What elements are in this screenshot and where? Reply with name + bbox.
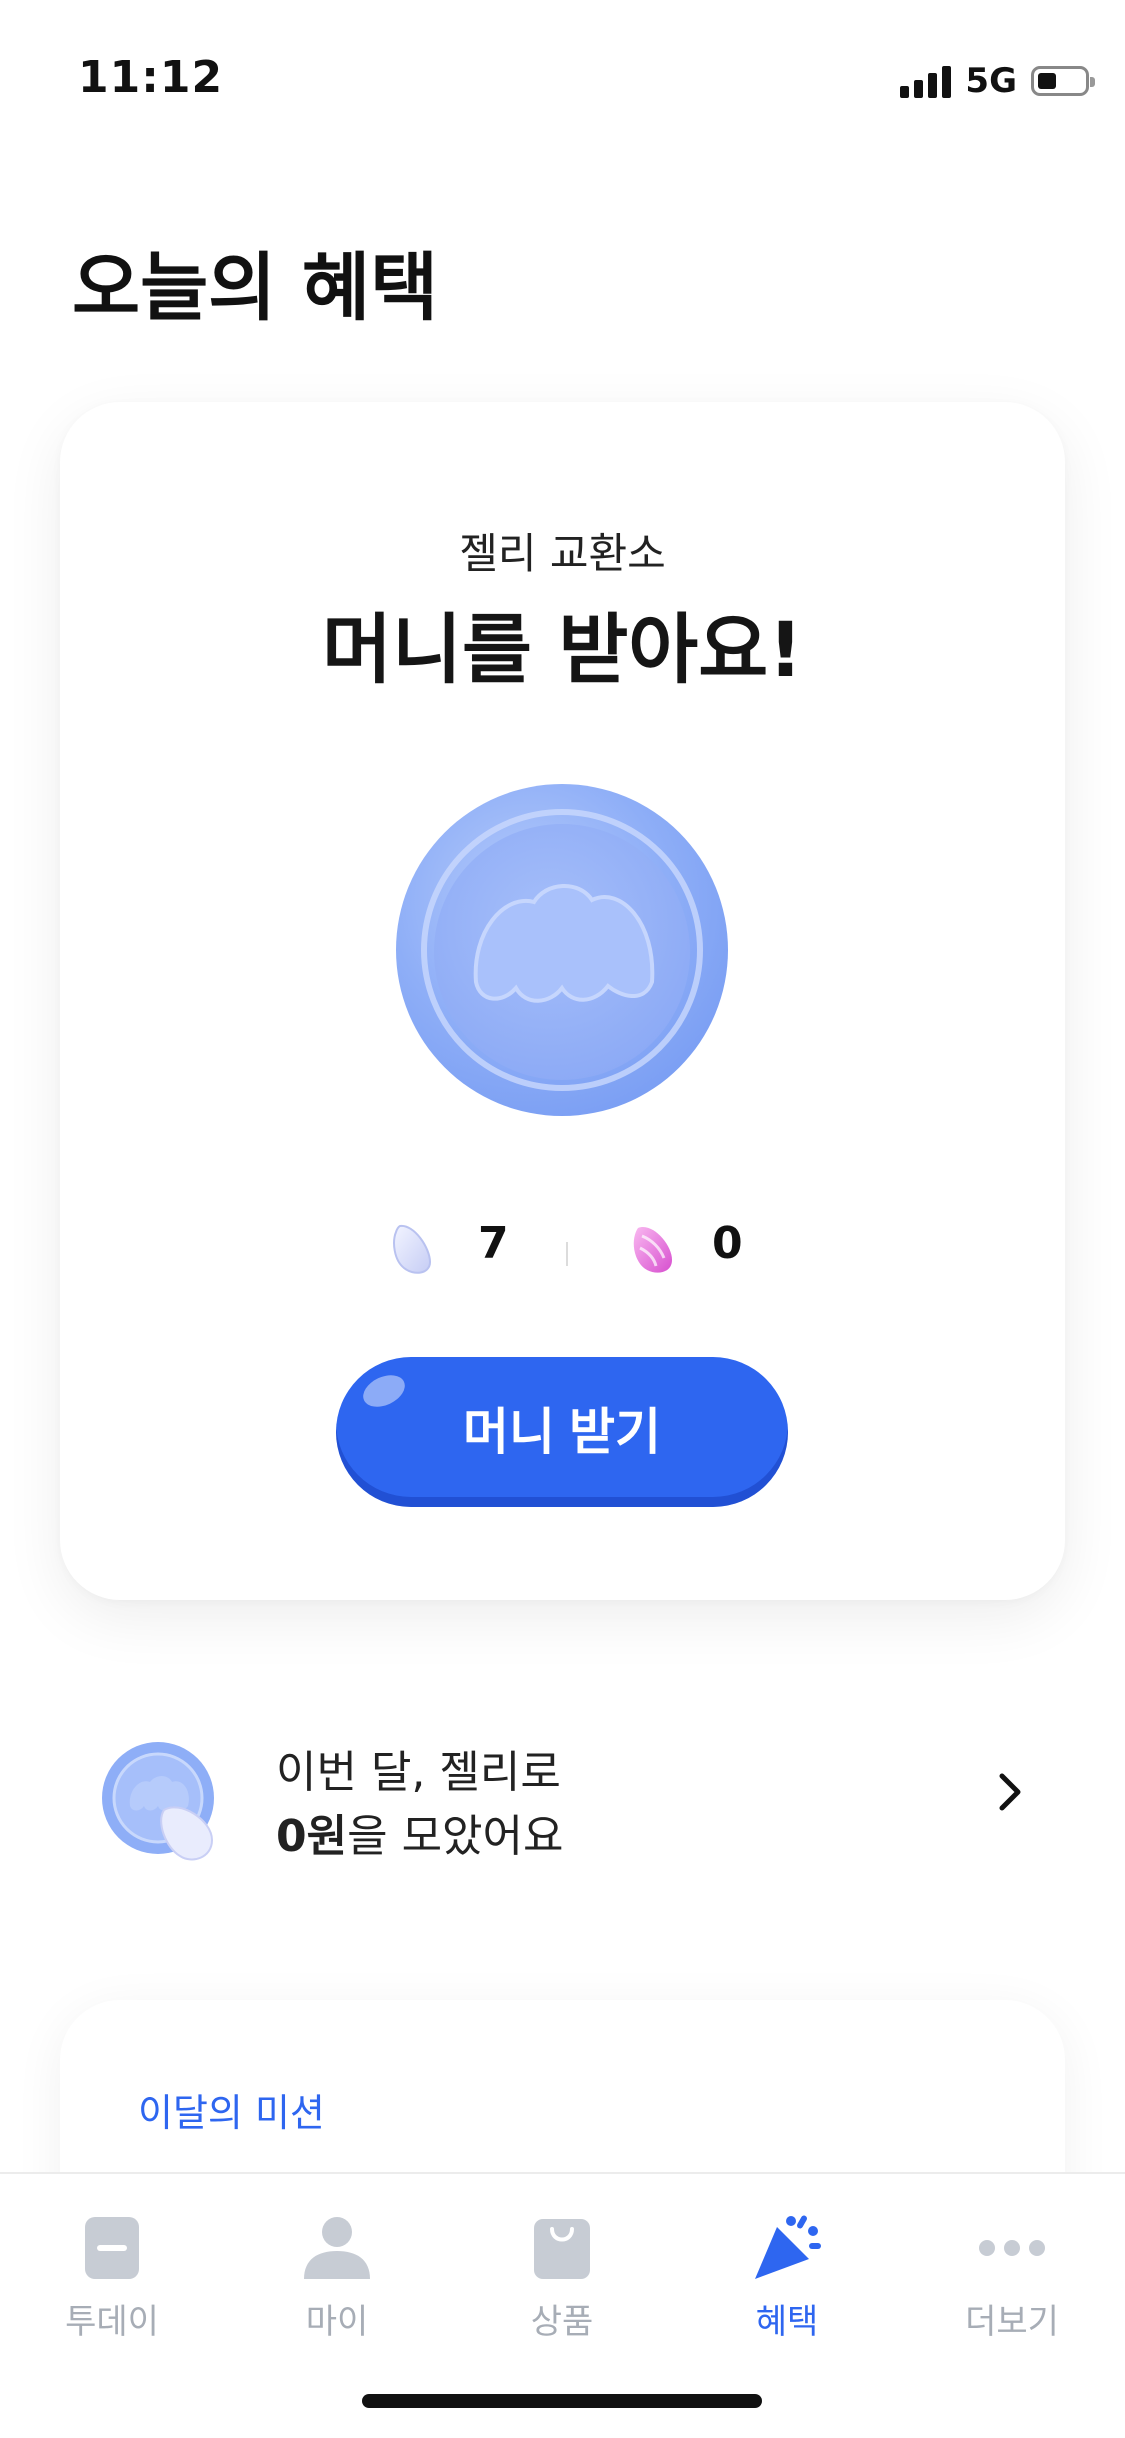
- tab-benefits[interactable]: 혜택: [707, 2212, 867, 2352]
- pink-jelly-count: 0: [712, 1218, 743, 1269]
- status-indicators: 5G: [900, 56, 1095, 106]
- shopping-bag-icon: [522, 2212, 602, 2284]
- receive-money-button-label: 머니 받기: [463, 1404, 661, 1460]
- status-time: 11:12: [78, 52, 224, 103]
- receive-money-button[interactable]: 머니 받기: [336, 1357, 788, 1507]
- tab-more[interactable]: 더보기: [932, 2212, 1092, 2352]
- card-title: 머니를 받아요!: [322, 605, 803, 694]
- home-indicator[interactable]: [362, 2394, 762, 2408]
- today-icon: [72, 2212, 152, 2284]
- white-jelly-count: 7: [478, 1218, 509, 1269]
- tab-benefits-label: 혜택: [755, 2302, 819, 2342]
- summary-line2-suffix: 을 모았어요: [347, 1811, 564, 1862]
- mission-label: 이달의 미션: [138, 2091, 325, 2135]
- party-popper-icon: [747, 2212, 827, 2284]
- page-title: 오늘의 혜택: [72, 245, 439, 331]
- tab-products[interactable]: 상품: [482, 2212, 642, 2352]
- summary-line2: 0원을 모았어요: [276, 1800, 564, 1864]
- card-subtitle: 젤리 교환소: [459, 529, 666, 578]
- summary-line1: 이번 달, 젤리로: [276, 1747, 561, 1798]
- tab-today[interactable]: 투데이: [32, 2212, 192, 2352]
- tab-my[interactable]: 마이: [257, 2212, 417, 2352]
- jelly-exchange-card: 젤리 교환소 머니를 받아요! 7 0 머니 받기: [60, 402, 1065, 1600]
- monthly-jelly-summary[interactable]: 이번 달, 젤리로 0원을 모았어요: [0, 1700, 1125, 1900]
- more-icon: [972, 2212, 1052, 2284]
- pink-jelly-icon: [633, 1226, 672, 1273]
- tab-my-label: 마이: [305, 2302, 369, 2342]
- tab-today-label: 투데이: [65, 2302, 159, 2342]
- profile-icon: [297, 2212, 377, 2284]
- battery-icon: [1031, 66, 1095, 96]
- coin-jelly-icon: [102, 1742, 214, 1861]
- chevron-right-icon: [999, 1773, 1021, 1811]
- jelly-counts: 7 0: [60, 1212, 1065, 1282]
- tab-more-label: 더보기: [965, 2302, 1059, 2342]
- status-bar: 11:12 5G: [0, 0, 1125, 150]
- cellular-signal-icon: [900, 64, 952, 98]
- summary-amount: 0원: [276, 1811, 348, 1862]
- button-shine: [358, 1369, 410, 1413]
- money-coin-icon: [396, 784, 728, 1116]
- count-divider: [566, 1242, 568, 1266]
- tab-products-label: 상품: [530, 2302, 594, 2342]
- white-jelly-icon: [393, 1224, 432, 1274]
- network-type: 5G: [965, 61, 1017, 101]
